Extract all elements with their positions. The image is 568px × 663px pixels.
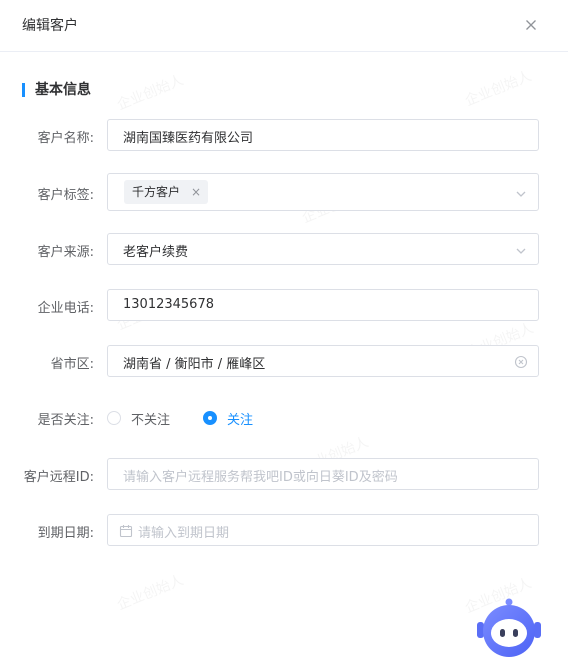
calendar-icon [119, 523, 133, 538]
section-accent-bar [22, 83, 25, 97]
dialog-title: 编辑客户 [22, 18, 78, 34]
region-value: 湖南省 / 衡阳市 / 雁峰区 [123, 357, 266, 372]
radio-circle [107, 411, 121, 425]
dialog-header: 编辑客户 [0, 0, 568, 52]
radio-circle-selected [203, 411, 217, 425]
close-icon[interactable] [522, 16, 540, 34]
section-title-text: 基本信息 [35, 82, 91, 98]
watermark: 企业创始人 [114, 70, 186, 115]
radio-follow-label: 关注 [227, 413, 254, 428]
watermark: 企业创始人 [114, 570, 186, 615]
expire-date-placeholder: 请输入到期日期 [138, 526, 230, 541]
region-cascader[interactable]: 湖南省 / 衡阳市 / 雁峰区 [107, 345, 539, 377]
watermark: 企业创始人 [462, 66, 534, 111]
chevron-down-icon [514, 243, 528, 257]
phone-input[interactable]: 13012345678 [107, 289, 539, 321]
clear-icon[interactable] [514, 354, 528, 369]
chevron-down-icon [514, 186, 528, 200]
radio-not-follow-label: 不关注 [131, 413, 171, 428]
phone-value: 13012345678 [123, 297, 214, 312]
remote-id-label: 客户远程ID: [23, 470, 94, 485]
remote-id-placeholder: 请输入客户远程服务帮我吧ID或向日葵ID及密码 [123, 470, 398, 485]
expire-label: 到期日期: [37, 526, 94, 541]
follow-label: 是否关注: [37, 413, 94, 428]
source-label: 客户来源: [37, 245, 94, 260]
expire-date-picker[interactable]: 请输入到期日期 [107, 514, 539, 546]
customer-name-value: 湖南国臻医药有限公司 [123, 131, 254, 146]
customer-tags-select[interactable]: 千方客户 × [107, 173, 539, 211]
customer-source-value: 老客户续费 [123, 245, 189, 260]
tags-label: 客户标签: [37, 188, 94, 203]
customer-name-input[interactable]: 湖南国臻医药有限公司 [107, 119, 539, 151]
robot-assistant-icon[interactable] [475, 598, 543, 660]
region-label: 省市区: [50, 357, 94, 372]
customer-source-select[interactable]: 老客户续费 [107, 233, 539, 265]
tag-label: 千方客户 [132, 185, 181, 199]
phone-label: 企业电话: [37, 301, 94, 316]
name-label: 客户名称: [37, 131, 94, 146]
tag-close-icon[interactable]: × [191, 180, 201, 204]
remote-id-input[interactable]: 请输入客户远程服务帮我吧ID或向日葵ID及密码 [107, 458, 539, 490]
tag-chip: 千方客户 × [124, 180, 209, 204]
